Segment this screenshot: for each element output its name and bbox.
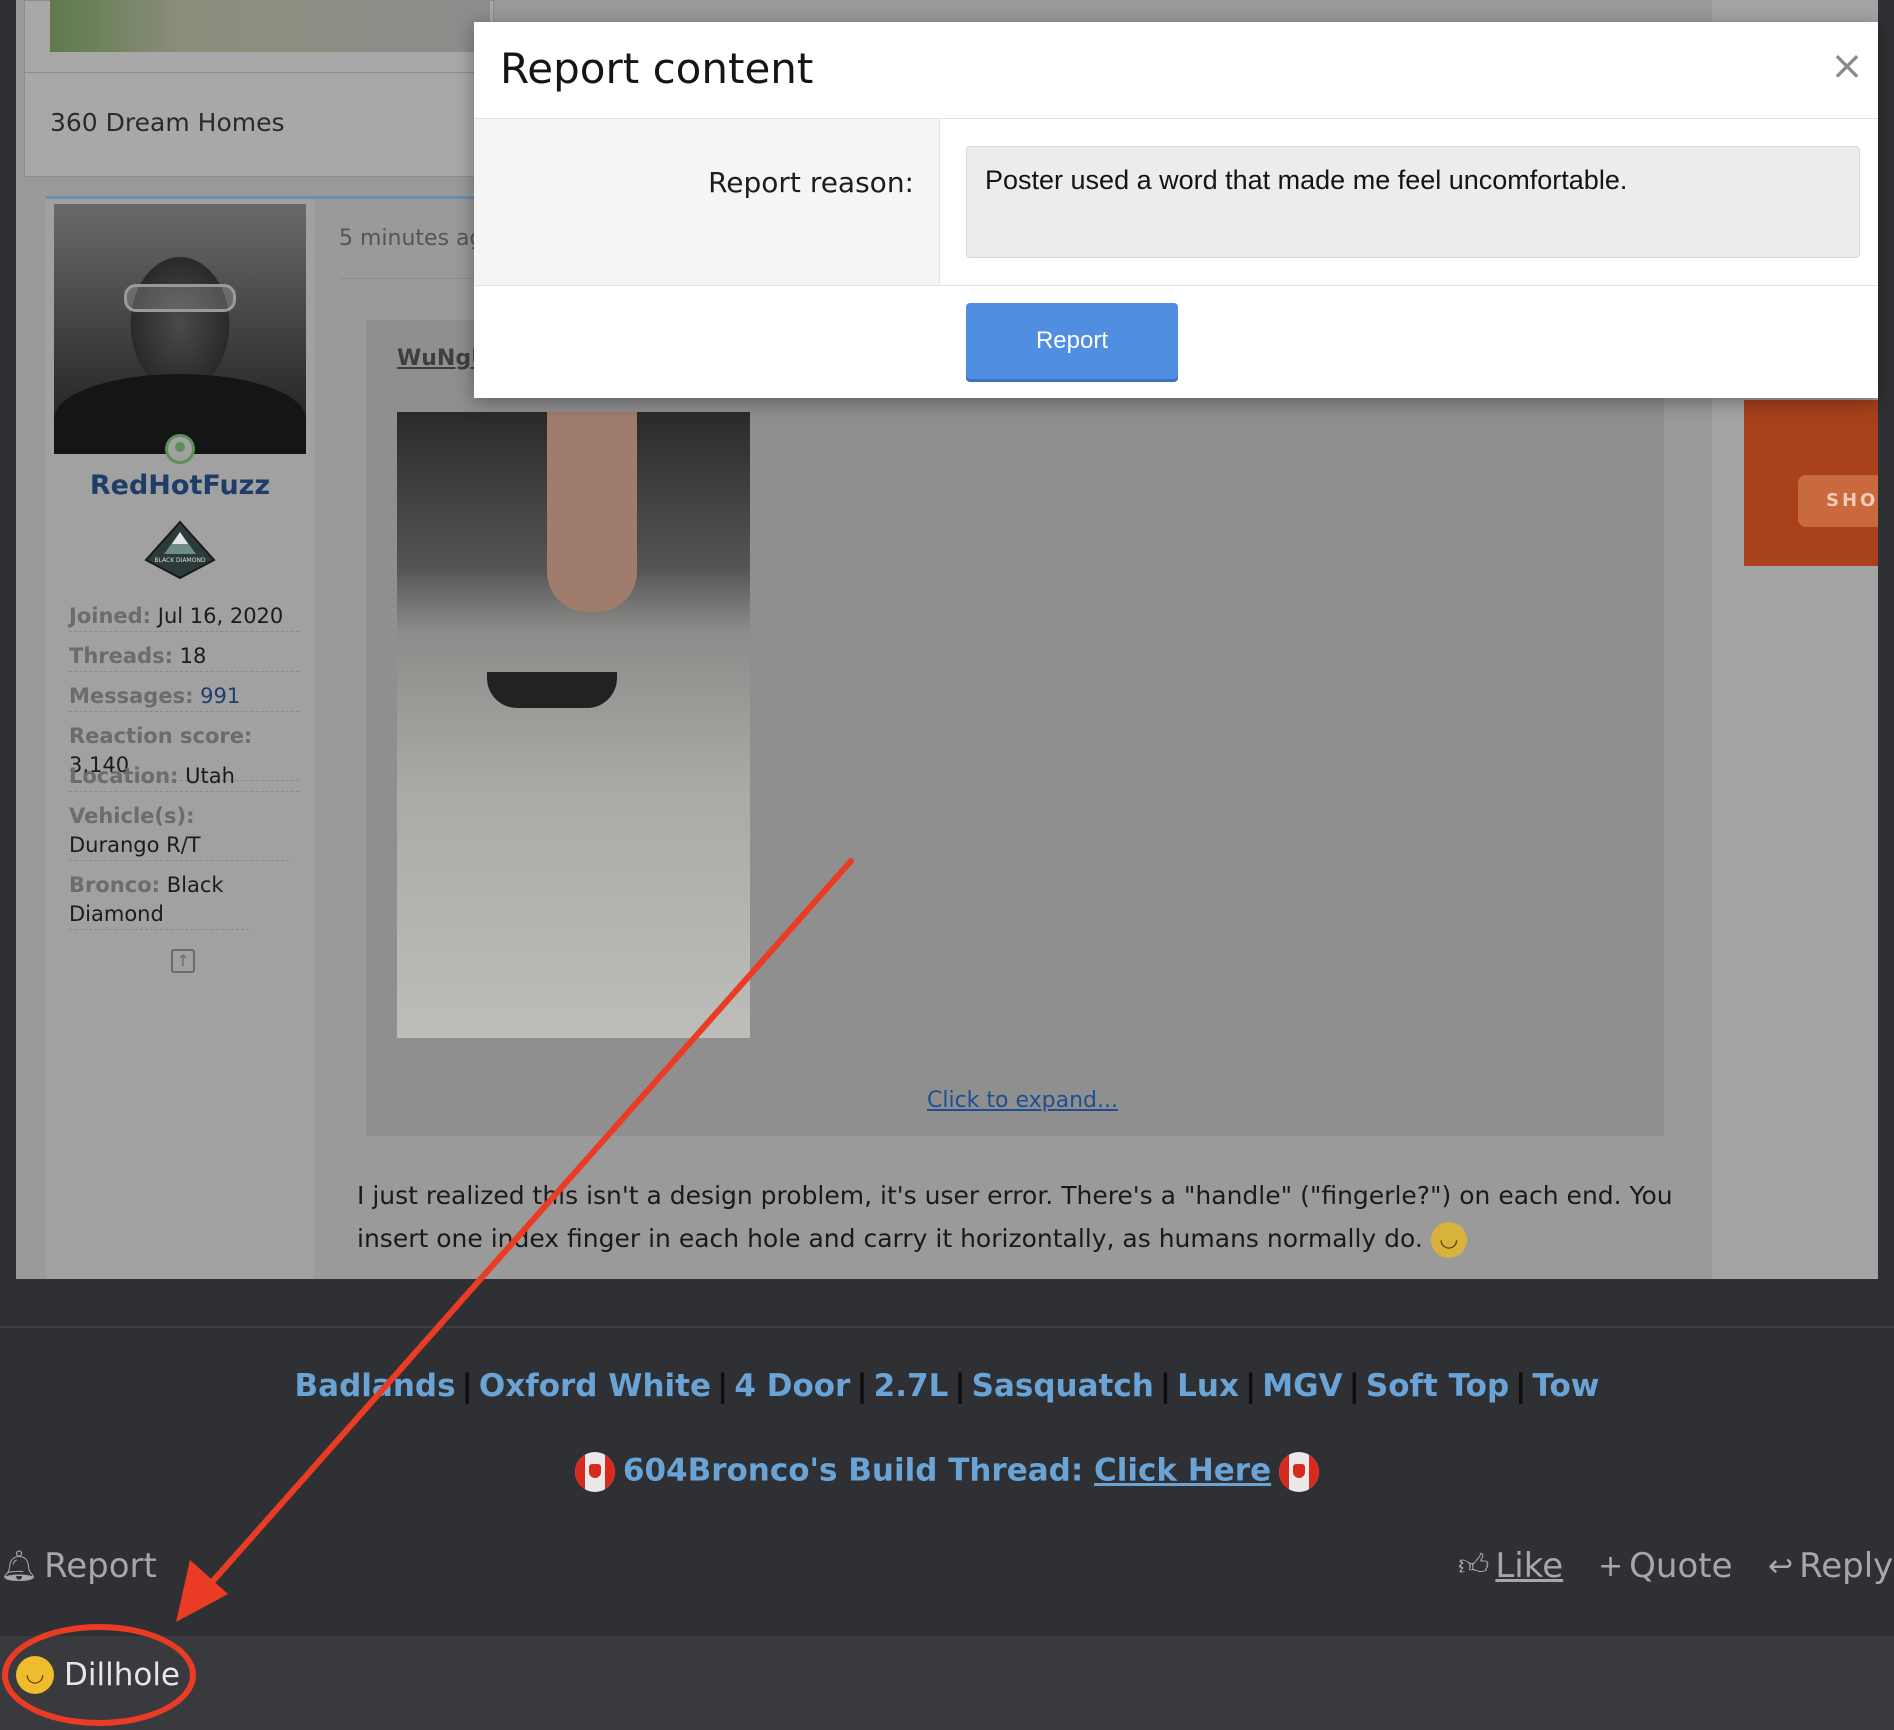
modal-title: Report content: [500, 44, 814, 93]
online-status-icon: [165, 434, 195, 464]
report-reason-input[interactable]: Poster used a word that made me feel unc…: [966, 146, 1860, 258]
thumbs-up-icon: 👍︎: [1458, 1548, 1490, 1583]
badge-text: BLACK DIAMOND: [154, 557, 206, 564]
ad-shop-button[interactable]: SHO: [1798, 475, 1878, 527]
tag-badlands[interactable]: Badlands: [295, 1368, 456, 1404]
signature-divider: [0, 1326, 1894, 1328]
stat-joined: Joined: Jul 16, 2020: [69, 602, 299, 632]
black-diamond-badge-icon: BLACK DIAMOND: [144, 520, 216, 580]
stat-messages[interactable]: Messages: 991: [69, 682, 299, 712]
post-divider: [339, 278, 479, 279]
quoted-image[interactable]: [397, 412, 750, 1038]
plus-icon: +: [1598, 1548, 1624, 1584]
build-thread-link[interactable]: Click Here: [1094, 1453, 1271, 1489]
tag-lux[interactable]: Lux: [1177, 1368, 1239, 1404]
report-reason-label: Report reason:: [708, 166, 914, 199]
post-timestamp[interactable]: 5 minutes ag: [339, 226, 483, 251]
click-to-expand-link[interactable]: Click to expand...: [927, 1088, 1118, 1113]
handle-slot: [487, 672, 617, 708]
close-icon[interactable]: ×: [1828, 46, 1866, 86]
like-action-label: Like: [1495, 1546, 1564, 1586]
tag-mgv[interactable]: MGV: [1262, 1368, 1342, 1404]
like-action[interactable]: 👍︎ Like: [1458, 1546, 1563, 1586]
post-body: I just realized this isn't a design prob…: [357, 1174, 1677, 1260]
top-card-title[interactable]: 360 Dream Homes: [50, 108, 285, 137]
tag-sasquatch[interactable]: Sasquatch: [972, 1368, 1154, 1404]
reactions-bar: [0, 1636, 1894, 1730]
top-card-image: [50, 0, 490, 52]
expand-user-info-icon[interactable]: ↑: [171, 949, 195, 973]
build-thread-line: 604Bronco's Build Thread: Click Here: [0, 1452, 1894, 1492]
avatar-glasses: [124, 284, 236, 312]
canada-flag-icon: [1279, 1452, 1320, 1492]
bell-icon: 🔔︎: [0, 1548, 39, 1584]
post-body-text: I just realized this isn't a design prob…: [357, 1181, 1673, 1253]
reply-action[interactable]: ↩ Reply: [1768, 1546, 1893, 1586]
annotation-circle: [2, 1624, 196, 1726]
canada-flag-icon: [574, 1452, 615, 1492]
modal-footer-divider: [474, 285, 1878, 286]
signature-tags: Badlands | Oxford White | 4 Door | 2.7L | Sasqua…: [294, 1368, 1600, 1404]
quote-action-label: Quote: [1629, 1546, 1733, 1586]
stat-location: Location: Utah: [69, 762, 299, 792]
report-action[interactable]: 🔔︎ Report: [0, 1546, 157, 1586]
reply-arrow-icon: ↩: [1768, 1548, 1794, 1584]
report-action-label: Report: [44, 1546, 157, 1586]
tag-oxford-white[interactable]: Oxford White: [479, 1368, 711, 1404]
reply-action-label: Reply: [1799, 1546, 1894, 1586]
quote-action[interactable]: + Quote: [1598, 1546, 1733, 1586]
finger-shape: [547, 412, 637, 612]
modal-label-column: [474, 119, 940, 285]
stat-bronco: Bronco: Black Diamond: [69, 871, 249, 930]
top-card-divider: [24, 72, 494, 73]
tag-4-door[interactable]: 4 Door: [734, 1368, 850, 1404]
avatar[interactable]: [54, 204, 306, 454]
stat-vehicles: Vehicle(s): Durango R/T: [69, 802, 289, 861]
username[interactable]: RedHotFuzz: [46, 470, 314, 501]
post-accent-line: [46, 196, 496, 199]
report-submit-button[interactable]: Report: [966, 303, 1178, 379]
tag-tow[interactable]: Tow: [1532, 1368, 1599, 1404]
tag-2-7l[interactable]: 2.7L: [874, 1368, 949, 1404]
build-thread-prefix: 604Bronco's Build Thread:: [622, 1452, 1084, 1489]
tag-soft-top[interactable]: Soft Top: [1366, 1368, 1509, 1404]
grinning-sweat-emoji-icon: ◡: [1430, 1222, 1467, 1258]
stat-threads: Threads: 18: [69, 642, 299, 672]
